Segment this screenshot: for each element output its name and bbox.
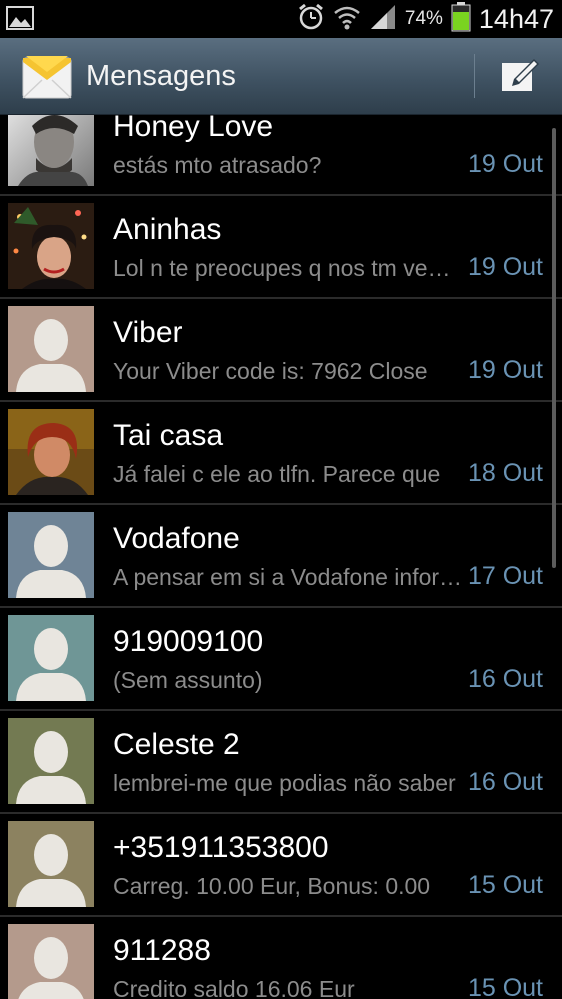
- wifi-icon: [333, 3, 361, 36]
- compose-icon: [500, 57, 540, 98]
- image-icon: [6, 6, 34, 30]
- avatar[interactable]: [8, 306, 94, 392]
- message-date: 16 Out: [467, 768, 543, 796]
- message-snippet: Lol n te preocupes q nos tm vemos: [113, 255, 463, 281]
- message-date: 16 Out: [467, 665, 543, 693]
- envelope-icon[interactable]: [22, 52, 72, 100]
- message-snippet: Credito saldo 16.06 Eur: [113, 976, 355, 999]
- battery-percent: 74%: [404, 8, 443, 29]
- avatar[interactable]: [8, 512, 94, 598]
- contact-name: +351911353800: [113, 831, 329, 864]
- message-snippet: estás mto atrasado?: [113, 152, 322, 178]
- conversation-row[interactable]: Vodafone A pensar em si a Vodafone inform…: [0, 505, 562, 608]
- page-title: Mensagens: [86, 60, 236, 92]
- conversation-row[interactable]: Honey Love estás mto atrasado? 19 Out: [0, 115, 562, 196]
- contact-name: 911288: [113, 934, 211, 967]
- contact-name: 919009100: [113, 625, 264, 658]
- message-date: 19 Out: [467, 253, 543, 281]
- contact-name: Tai casa: [113, 419, 224, 452]
- avatar[interactable]: [8, 615, 94, 701]
- contact-name: Vodafone: [113, 522, 240, 555]
- avatar[interactable]: [8, 718, 94, 804]
- conversation-row[interactable]: Celeste 2 lembrei-me que podias não saber…: [0, 711, 562, 814]
- message-snippet: A pensar em si a Vodafone informa: [113, 564, 463, 590]
- contact-name: Viber: [113, 316, 183, 349]
- message-date: 15 Out: [467, 974, 543, 999]
- message-snippet: (Sem assunto): [113, 667, 263, 693]
- conversation-row[interactable]: Viber Your Viber code is: 7962 Close 19 Ou…: [0, 299, 562, 402]
- conversation-row[interactable]: +351911353800 Carreg. 10.00 Eur, Bonus: 0…: [0, 814, 562, 917]
- contact-name: Honey Love: [113, 115, 274, 143]
- avatar[interactable]: [8, 409, 94, 495]
- conversation-row[interactable]: 919009100 (Sem assunto) 16 Out: [0, 608, 562, 711]
- message-date: 15 Out: [467, 871, 543, 899]
- scrollbar[interactable]: [552, 128, 556, 568]
- avatar[interactable]: [8, 821, 94, 907]
- avatar[interactable]: [8, 203, 94, 289]
- message-snippet: Your Viber code is: 7962 Close: [113, 358, 428, 384]
- status-bar: 74% 14h47: [0, 0, 562, 38]
- contact-name: Aninhas: [113, 213, 222, 246]
- battery-icon: [451, 1, 471, 37]
- message-date: 18 Out: [467, 459, 543, 487]
- signal-icon: [369, 3, 397, 36]
- message-snippet: Carreg. 10.00 Eur, Bonus: 0.00: [113, 873, 431, 899]
- clock: 14h47: [478, 3, 554, 34]
- message-date: 17 Out: [467, 562, 543, 590]
- compose-button[interactable]: [490, 52, 550, 102]
- conversation-row[interactable]: 911288 Credito saldo 16.06 Eur 15 Out: [0, 917, 562, 999]
- message-date: 19 Out: [467, 356, 543, 384]
- conversation-row[interactable]: Tai casa Já falei c ele ao tlfn. Parece q…: [0, 402, 562, 505]
- message-date: 19 Out: [467, 150, 543, 178]
- avatar[interactable]: [8, 115, 94, 186]
- message-snippet: Já falei c ele ao tlfn. Parece que: [113, 461, 441, 487]
- contact-name: Celeste 2: [113, 728, 240, 761]
- message-snippet: lembrei-me que podias não saber: [113, 770, 456, 796]
- action-bar-divider: [474, 54, 475, 98]
- alarm-icon: [297, 3, 325, 36]
- conversation-row[interactable]: Aninhas Lol n te preocupes q nos tm vemos…: [0, 196, 562, 299]
- action-bar: Mensagens: [0, 38, 562, 115]
- avatar[interactable]: [8, 924, 94, 999]
- conversation-list[interactable]: Honey Love estás mto atrasado? 19 Out Anin…: [0, 115, 562, 999]
